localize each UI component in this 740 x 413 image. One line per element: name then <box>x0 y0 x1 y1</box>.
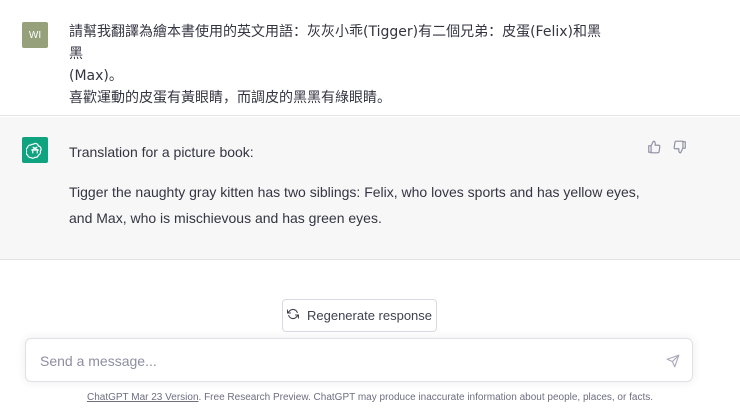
user-message-line: 喜歡運動的皮蛋有黃眼睛，而調皮的黑黑有綠眼睛。 <box>69 90 391 106</box>
assistant-message-text: Translation for a picture book: Tigger t… <box>69 139 649 231</box>
thumbs-down-icon[interactable] <box>672 139 688 155</box>
user-avatar: WI <box>22 22 48 48</box>
user-message-text: 請幫我翻譯為繪本書使用的英文用語：灰灰小乖(Tigger)有二個兄弟：皮蛋(Fe… <box>69 21 614 109</box>
openai-logo-icon <box>22 137 48 163</box>
assistant-message-line: Tigger the naughty gray kitten has two s… <box>69 184 640 200</box>
footer-disclaimer: ChatGPT Mar 23 Version. Free Research Pr… <box>0 392 740 403</box>
thumbs-up-icon[interactable] <box>646 139 662 155</box>
message-composer <box>25 338 693 382</box>
version-link[interactable]: ChatGPT Mar 23 Version <box>87 392 199 403</box>
user-message: WI 請幫我翻譯為繪本書使用的英文用語：灰灰小乖(Tigger)有二個兄弟：皮蛋… <box>0 0 740 116</box>
disclaimer-text: . Free Research Preview. ChatGPT may pro… <box>198 392 654 403</box>
assistant-heading: Translation for a picture book: <box>69 144 254 160</box>
regenerate-label: Regenerate response <box>306 308 433 323</box>
assistant-message: Translation for a picture book: Tigger t… <box>0 117 740 260</box>
user-message-line: (Max)。 <box>69 68 123 84</box>
feedback-buttons <box>646 139 688 155</box>
refresh-icon <box>286 308 300 323</box>
message-input[interactable] <box>40 350 640 372</box>
user-message-line: 請幫我翻譯為繪本書使用的英文用語：灰灰小乖(Tigger)有二個兄弟：皮蛋(Fe… <box>69 24 601 62</box>
regenerate-response-button[interactable]: Regenerate response <box>282 299 437 332</box>
assistant-message-line: and Max, who is mischievous and has gree… <box>69 210 382 226</box>
send-icon[interactable] <box>665 353 681 369</box>
